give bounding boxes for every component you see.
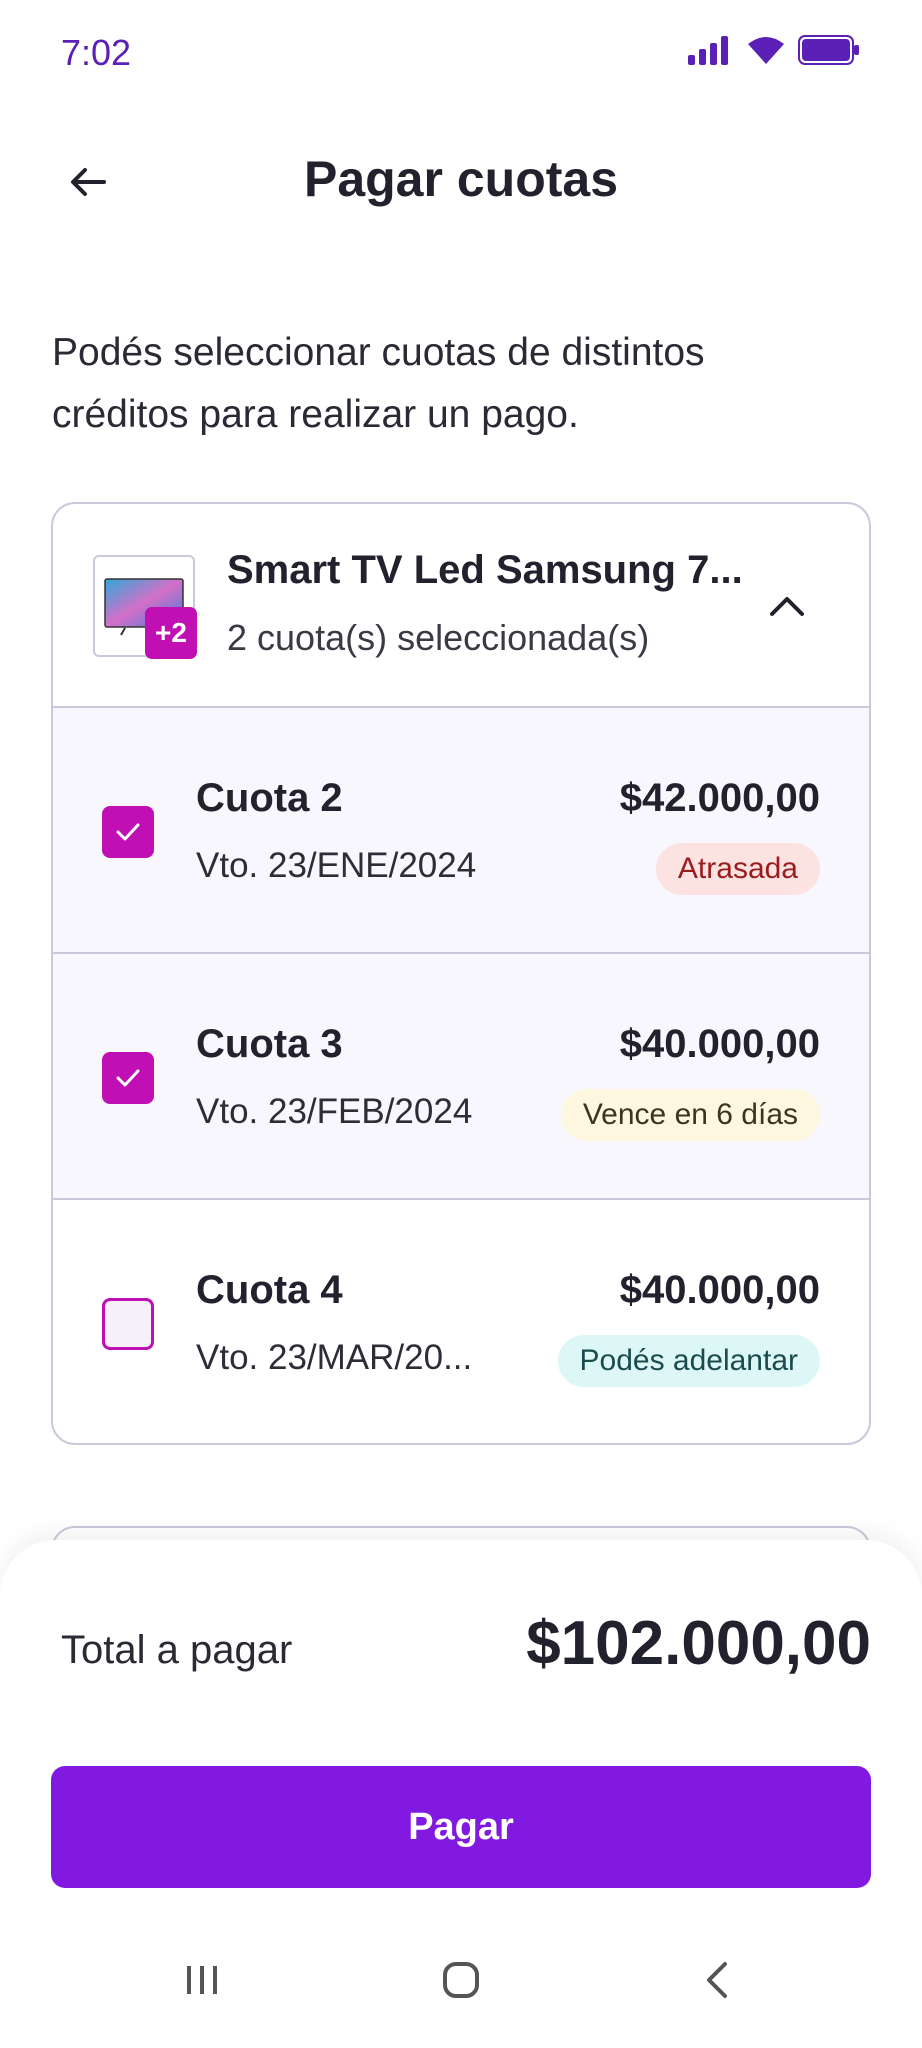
pay-button[interactable]: Pagar [51, 1766, 871, 1888]
installment-amount: $40.000,00 [619, 1022, 820, 1066]
chevron-up-icon [770, 597, 804, 616]
installment-checkbox[interactable] [102, 806, 154, 858]
total-label: Total a pagar [61, 1628, 293, 1672]
installment-title: Cuota 2 [196, 776, 343, 820]
nav-back-icon [707, 1962, 727, 1998]
installment-checkbox[interactable] [102, 1298, 154, 1350]
battery-icon [798, 35, 859, 65]
credit-card: +2 Smart TV Led Samsung 7... 2 cuota(s) … [51, 502, 871, 1445]
recents-icon [187, 1966, 217, 1994]
check-icon [116, 823, 140, 841]
installment-due-date: Vto. 23/ENE/2024 [196, 846, 477, 885]
installment-amount: $40.000,00 [619, 1268, 820, 1312]
extra-items-badge: +2 [145, 607, 197, 659]
recents-button[interactable] [162, 1950, 242, 2010]
signal-icon [688, 36, 728, 65]
installment-title: Cuota 4 [196, 1268, 343, 1312]
home-icon [443, 1962, 479, 1998]
installment-checkbox[interactable] [102, 1052, 154, 1104]
installment-due-date: Vto. 23/FEB/2024 [196, 1092, 473, 1131]
status-badge: Atrasada [655, 843, 820, 895]
nav-back-button[interactable] [677, 1950, 757, 2010]
home-button[interactable] [421, 1950, 501, 2010]
status-icons [688, 34, 860, 66]
total-amount: $102.000,00 [526, 1609, 871, 1678]
installment-due-date: Vto. 23/MAR/20... [196, 1338, 473, 1377]
system-nav-bar [0, 1930, 922, 2048]
screen: 7:02 Pagar cuotas Podés seleccionar cuot… [0, 0, 922, 2048]
check-icon [116, 1069, 140, 1087]
status-badge: Vence en 6 días [560, 1089, 820, 1141]
page-title: Pagar cuotas [303, 151, 618, 207]
wifi-icon [748, 37, 784, 64]
installment-title: Cuota 3 [196, 1022, 343, 1066]
status-bar: 7:02 [0, 0, 922, 104]
status-time: 7:02 [61, 32, 132, 73]
installment-row[interactable]: Cuota 4 Vto. 23/MAR/20... $40.000,00 Pod… [53, 1200, 869, 1443]
installment-row[interactable]: Cuota 2 Vto. 23/ENE/2024 $42.000,00 Atra… [53, 708, 869, 954]
installment-row[interactable]: Cuota 3 Vto. 23/FEB/2024 $40.000,00 Venc… [53, 954, 869, 1200]
intro-text: Podés seleccionar cuotas de distintos cr… [52, 331, 705, 436]
credit-card-header[interactable]: +2 Smart TV Led Samsung 7... 2 cuota(s) … [53, 504, 869, 708]
collapse-button[interactable] [757, 576, 817, 636]
installment-amount: $42.000,00 [619, 776, 820, 820]
status-badge: Podés adelantar [557, 1335, 820, 1387]
selected-summary: 2 cuota(s) seleccionada(s) [227, 617, 650, 658]
product-name: Smart TV Led Samsung 7... [227, 548, 743, 592]
